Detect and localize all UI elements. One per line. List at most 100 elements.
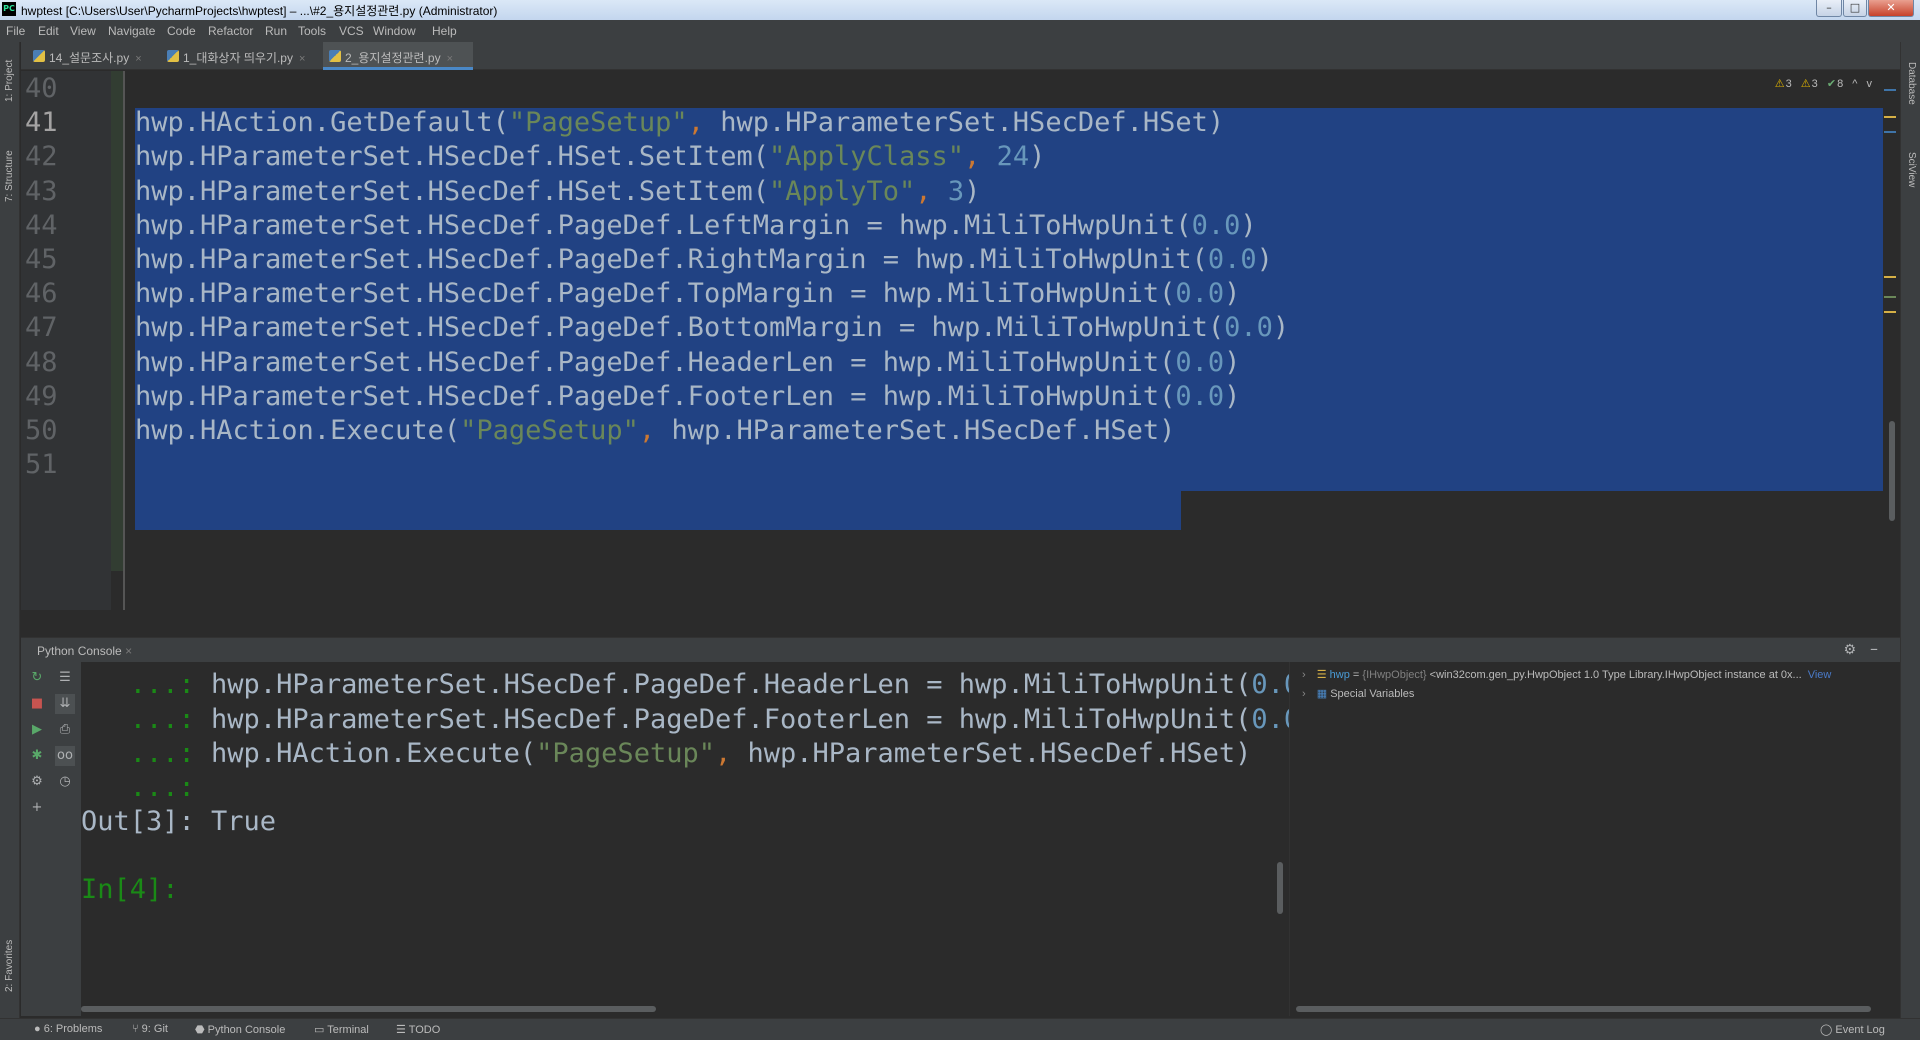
code-token: hwp.HParameterSet.HSecDef.PageDef.Header… xyxy=(135,346,1176,378)
variable-row-special[interactable]: › ▦ Special Variables xyxy=(1302,687,1414,700)
menu-window[interactable]: Window xyxy=(373,24,416,38)
minimize-button[interactable]: – xyxy=(1816,0,1842,17)
status-bar: ● 6: Problems ⑂ 9: Git ⬣ Python Console … xyxy=(0,1018,1920,1040)
close-tab-icon[interactable]: × xyxy=(447,53,453,65)
stop-icon[interactable]: ■ xyxy=(27,694,47,714)
event-log-button[interactable]: ◯ Event Log xyxy=(1820,1023,1885,1036)
variable-row-hwp[interactable]: › ☰ hwp = {IHwpObject} <win32com.gen_py.… xyxy=(1302,668,1831,681)
console-hscroll-thumb[interactable] xyxy=(81,1006,656,1012)
code-line[interactable]: hwp.HParameterSet.HSecDef.PageDef.LeftMa… xyxy=(135,209,1257,243)
code-token: hwp.HParameterSet.HSecDef.HSet) xyxy=(655,415,1176,446)
add-console-icon[interactable]: + xyxy=(27,798,47,818)
settings-icon[interactable]: ⚙ xyxy=(27,772,47,792)
python-console-label: Python Console xyxy=(207,1024,286,1036)
structure-tool-button[interactable]: 7: Structure xyxy=(4,150,15,202)
editor-scroll-thumb[interactable] xyxy=(1889,421,1895,521)
print-icon[interactable]: ⎙ xyxy=(55,720,75,740)
code-line[interactable]: hwp.HParameterSet.HSecDef.PageDef.Header… xyxy=(135,346,1240,380)
info-stripe-marker[interactable] xyxy=(1884,296,1896,298)
code-token: ) xyxy=(964,175,981,207)
menu-edit[interactable]: Edit xyxy=(38,24,59,38)
minimize-panel-icon[interactable]: – xyxy=(1870,639,1878,658)
code-token: "ApplyClass" xyxy=(768,141,965,173)
warning-stripe-marker[interactable] xyxy=(1884,311,1896,313)
line-number: 40 xyxy=(25,73,58,104)
project-tool-button[interactable]: 1: Project xyxy=(4,60,15,102)
menu-vcs[interactable]: VCS xyxy=(339,24,364,38)
execute-icon[interactable]: ▶ xyxy=(27,720,47,740)
sciview-tool-button[interactable]: SciView xyxy=(1906,152,1917,187)
close-button[interactable]: ✕ xyxy=(1868,0,1914,17)
menu-help[interactable]: Help xyxy=(432,24,457,38)
console-scroll-thumb[interactable] xyxy=(1277,862,1283,914)
code-line[interactable]: hwp.HParameterSet.HSecDef.HSet.SetItem("… xyxy=(135,140,1045,174)
problems-button[interactable]: ● 6: Problems xyxy=(34,1023,102,1035)
variable-equals: = xyxy=(1349,669,1363,681)
code-line[interactable]: hwp.HParameterSet.HSecDef.PageDef.RightM… xyxy=(135,243,1273,277)
console-token: hwp.HParameterSet.HSecDef.PageDef.Header… xyxy=(211,669,1252,700)
warning-stripe-marker[interactable] xyxy=(1884,116,1896,118)
console-output[interactable]: ...: hwp.HParameterSet.HSecDef.PageDef.H… xyxy=(81,662,1316,1016)
todo-label: TODO xyxy=(408,1024,441,1036)
menu-file[interactable]: File xyxy=(6,24,25,38)
debug-icon[interactable]: ✱ xyxy=(27,746,47,766)
python-console-tab[interactable]: Python Console × xyxy=(37,644,132,658)
code-line[interactable]: hwp.HParameterSet.HSecDef.PageDef.Footer… xyxy=(135,380,1240,414)
menu-tools[interactable]: Tools xyxy=(298,24,326,38)
code-line[interactable]: hwp.HParameterSet.HSecDef.PageDef.Bottom… xyxy=(135,311,1289,345)
code-line[interactable]: hwp.HParameterSet.HSecDef.PageDef.TopMar… xyxy=(135,277,1240,311)
git-button[interactable]: ⑂ 9: Git xyxy=(132,1023,168,1035)
variables-hscroll-thumb[interactable] xyxy=(1296,1006,1871,1012)
inspection-widget[interactable]: ⚠3 ⚠3 ✔8 ^ v xyxy=(1769,77,1872,90)
show-variables-icon[interactable]: oo xyxy=(55,746,75,766)
code-token: ) xyxy=(1029,141,1046,173)
rerun-icon[interactable]: ↻ xyxy=(27,668,47,688)
code-line[interactable]: hwp.HAction.Execute("PageSetup", hwp.HPa… xyxy=(135,414,1175,448)
close-tab-icon[interactable]: × xyxy=(135,53,141,65)
menu-navigate[interactable]: Navigate xyxy=(108,24,155,38)
line-number: 50 xyxy=(25,415,58,446)
menu-run[interactable]: Run xyxy=(265,24,287,38)
expand-arrow-icon[interactable]: › xyxy=(1302,688,1306,700)
code-token: 3 xyxy=(947,175,965,207)
tab-survey[interactable]: 14_설문조사.py × xyxy=(27,42,159,70)
warning-stripe-marker[interactable] xyxy=(1884,276,1896,278)
variable-value: <win32com.gen_py.HwpObject 1.0 Type Libr… xyxy=(1426,669,1802,681)
scroll-to-end-icon[interactable]: ⇊ xyxy=(55,694,75,714)
previous-highlight-icon[interactable]: ^ xyxy=(1852,78,1857,90)
expand-arrow-icon[interactable]: › xyxy=(1302,669,1306,681)
code-line[interactable]: hwp.HAction.GetDefault("PageSetup", hwp.… xyxy=(135,106,1224,140)
terminal-button[interactable]: ▭ Terminal xyxy=(314,1023,369,1036)
menu-refactor[interactable]: Refactor xyxy=(208,24,253,38)
history-icon[interactable]: ◷ xyxy=(55,772,75,792)
menu-view[interactable]: View xyxy=(70,24,96,38)
variable-name: Special Variables xyxy=(1330,688,1415,700)
code-editor[interactable]: 40 41 42 43 44 45 46 47 48 49 50 51 hwp.HAction.Get… xyxy=(21,71,1900,610)
tab-page-settings[interactable]: 2_용지설정관련.py × xyxy=(323,42,473,70)
next-highlight-icon[interactable]: v xyxy=(1867,78,1873,90)
todo-button[interactable]: ☰ TODO xyxy=(396,1023,440,1036)
soft-wrap-icon[interactable]: ☰ xyxy=(55,668,75,688)
close-tab-icon[interactable]: × xyxy=(299,53,305,65)
view-link[interactable]: View xyxy=(1808,669,1832,681)
maximize-button[interactable]: □ xyxy=(1843,0,1867,17)
left-tool-strip: 1: Project 7: Structure 2: Favorites xyxy=(0,42,20,1018)
close-tab-icon[interactable]: × xyxy=(125,644,132,658)
line-number: 51 xyxy=(25,449,58,481)
typo-check-icon: ✔ xyxy=(1826,78,1837,90)
python-console-button[interactable]: ⬣ Python Console xyxy=(195,1023,285,1036)
python-file-icon xyxy=(167,50,179,62)
editor-tab-bar: 14_설문조사.py × 1_대화상자 띄우기.py × 2_용지설정관련.py × xyxy=(21,42,1900,70)
code-line[interactable]: hwp.HParameterSet.HSecDef.HSet.SetItem("… xyxy=(135,175,980,209)
menu-code[interactable]: Code xyxy=(167,24,196,38)
python-file-icon xyxy=(329,50,341,62)
database-tool-button[interactable]: Database xyxy=(1906,62,1917,105)
gutter-separator xyxy=(123,71,125,610)
favorites-tool-button[interactable]: 2: Favorites xyxy=(4,940,15,992)
error-stripe-marker[interactable] xyxy=(1884,131,1896,133)
warning-icon: ⚠ xyxy=(1774,78,1785,90)
tab-dialog[interactable]: 1_대화상자 띄우기.py × xyxy=(161,42,321,70)
code-token: ) xyxy=(1224,278,1241,310)
gear-icon[interactable]: ⚙ xyxy=(1843,642,1856,658)
error-stripe-marker[interactable] xyxy=(1884,89,1896,91)
